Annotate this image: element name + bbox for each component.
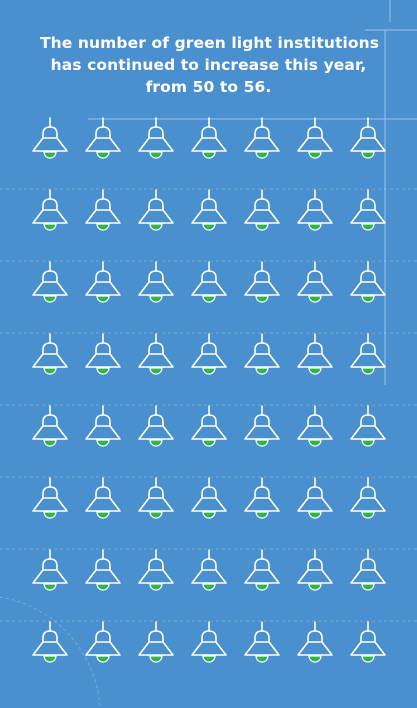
pendant-lamp-icon	[242, 117, 282, 166]
pendant-lamp-icon	[189, 117, 229, 166]
pendant-lamp-icon	[83, 261, 123, 310]
pendant-lamp-icon	[136, 477, 176, 526]
pendant-lamp-icon	[83, 549, 123, 598]
headline-line-3: from 50 to 56.	[145, 78, 272, 96]
pendant-lamp-icon	[189, 477, 229, 526]
pendant-lamp-icon	[83, 189, 123, 238]
pendant-lamp-icon	[136, 189, 176, 238]
pendant-lamp-icon	[83, 477, 123, 526]
pendant-lamp-icon	[189, 333, 229, 382]
pendant-lamp-icon	[242, 621, 282, 670]
pendant-lamp-icon	[242, 405, 282, 454]
pendant-lamp-icon	[30, 405, 70, 454]
pendant-lamp-icon	[295, 477, 335, 526]
pendant-lamp-icon	[348, 621, 388, 670]
pendant-lamp-icon	[348, 117, 388, 166]
headline-line-2: has continued to increase this year,	[50, 56, 367, 74]
pendant-lamp-icon	[295, 549, 335, 598]
lamp-icon-grid	[30, 117, 392, 674]
pendant-lamp-icon	[189, 621, 229, 670]
pendant-lamp-icon	[295, 117, 335, 166]
pendant-lamp-icon	[242, 261, 282, 310]
pendant-lamp-icon	[83, 333, 123, 382]
pendant-lamp-icon	[189, 549, 229, 598]
pendant-lamp-icon	[30, 333, 70, 382]
pendant-lamp-icon	[30, 189, 70, 238]
pendant-lamp-icon	[136, 621, 176, 670]
pendant-lamp-icon	[30, 621, 70, 670]
pendant-lamp-icon	[295, 621, 335, 670]
pendant-lamp-icon	[242, 549, 282, 598]
pendant-lamp-icon	[348, 189, 388, 238]
pendant-lamp-icon	[83, 117, 123, 166]
pendant-lamp-icon	[189, 261, 229, 310]
pendant-lamp-icon	[136, 261, 176, 310]
pendant-lamp-icon	[136, 405, 176, 454]
pendant-lamp-icon	[242, 477, 282, 526]
pendant-lamp-icon	[348, 477, 388, 526]
pendant-lamp-icon	[136, 549, 176, 598]
pendant-lamp-icon	[348, 333, 388, 382]
pendant-lamp-icon	[295, 333, 335, 382]
pendant-lamp-icon	[83, 405, 123, 454]
pendant-lamp-icon	[295, 189, 335, 238]
pendant-lamp-icon	[136, 117, 176, 166]
pendant-lamp-icon	[83, 621, 123, 670]
pendant-lamp-icon	[30, 477, 70, 526]
pendant-lamp-icon	[30, 117, 70, 166]
pendant-lamp-icon	[30, 261, 70, 310]
headline: The number of green light institutions h…	[40, 32, 380, 98]
pendant-lamp-icon	[348, 261, 388, 310]
pendant-lamp-icon	[348, 405, 388, 454]
pendant-lamp-icon	[242, 333, 282, 382]
pendant-lamp-icon	[348, 549, 388, 598]
pendant-lamp-icon	[136, 333, 176, 382]
pendant-lamp-icon	[242, 189, 282, 238]
headline-line-1: The number of green light institutions	[40, 34, 380, 52]
pendant-lamp-icon	[189, 189, 229, 238]
pendant-lamp-icon	[189, 405, 229, 454]
pendant-lamp-icon	[295, 405, 335, 454]
pendant-lamp-icon	[295, 261, 335, 310]
pendant-lamp-icon	[30, 549, 70, 598]
